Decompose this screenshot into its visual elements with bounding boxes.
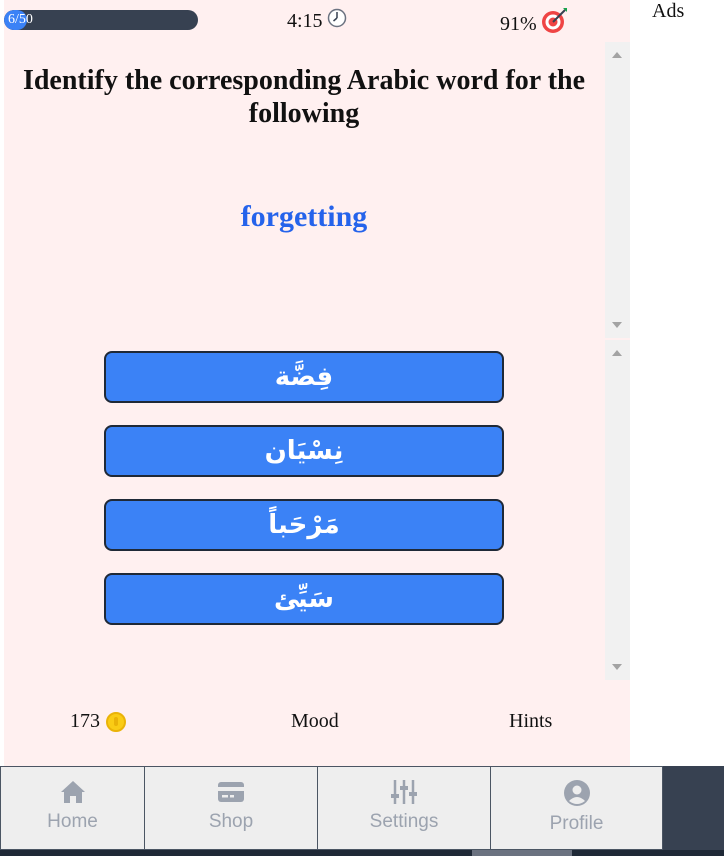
user-circle-icon <box>563 780 590 806</box>
target-word: forgetting <box>240 200 368 233</box>
progress-bar: 6/50 <box>4 10 198 30</box>
question-scrollbar[interactable] <box>605 42 630 338</box>
nav-home[interactable]: Home <box>0 766 145 850</box>
scroll-down-arrow-icon[interactable] <box>612 664 622 670</box>
options-scrollbar[interactable] <box>605 340 630 680</box>
hints-button[interactable]: Hints <box>509 710 552 733</box>
scroll-up-arrow-icon[interactable] <box>612 52 622 58</box>
progress-label: 6/50 <box>8 12 33 27</box>
answer-option-1[interactable]: فِضَّة <box>104 351 504 403</box>
ads-label: Ads <box>652 0 685 22</box>
coin-count: 173 <box>70 710 100 732</box>
sliders-icon <box>391 780 417 804</box>
scroll-down-arrow-icon[interactable] <box>612 322 622 328</box>
question-panel: Identify the corresponding Arabic word f… <box>4 42 604 338</box>
answer-options: فِضَّة نِسْيَان مَرْحَباً سَيِّئ <box>104 351 504 647</box>
nav-shop-label: Shop <box>208 811 254 832</box>
bottom-scrollbar[interactable] <box>0 850 724 856</box>
accuracy: 91% <box>500 8 569 40</box>
clock-icon <box>327 8 347 34</box>
timer-value: 4:15 <box>287 9 323 32</box>
coin-icon <box>106 711 126 732</box>
scrollbar-thumb[interactable] <box>472 850 572 856</box>
timer: 4:15 <box>287 8 347 34</box>
answer-option-3[interactable]: مَرْحَباً <box>104 499 504 551</box>
coin-counter: 173 <box>70 710 126 733</box>
home-icon <box>60 781 85 803</box>
nav-home-label: Home <box>47 811 98 832</box>
scroll-up-arrow-icon[interactable] <box>612 350 622 356</box>
nav-shop[interactable]: Shop <box>144 766 318 850</box>
mood-button[interactable]: Mood <box>291 710 339 733</box>
bottom-navigation: Home Shop Settings Profile <box>0 766 724 850</box>
nav-profile[interactable]: Profile <box>490 766 663 850</box>
question-prompt: Identify the corresponding Arabic word f… <box>22 65 586 129</box>
nav-settings[interactable]: Settings <box>317 766 491 850</box>
accuracy-value: 91% <box>500 12 537 35</box>
answer-option-4[interactable]: سَيِّئ <box>104 573 504 625</box>
answer-option-2[interactable]: نِسْيَان <box>104 425 504 477</box>
nav-settings-label: Settings <box>369 811 439 832</box>
nav-profile-label: Profile <box>549 813 604 834</box>
target-icon <box>541 8 569 40</box>
credit-card-icon <box>218 782 244 802</box>
